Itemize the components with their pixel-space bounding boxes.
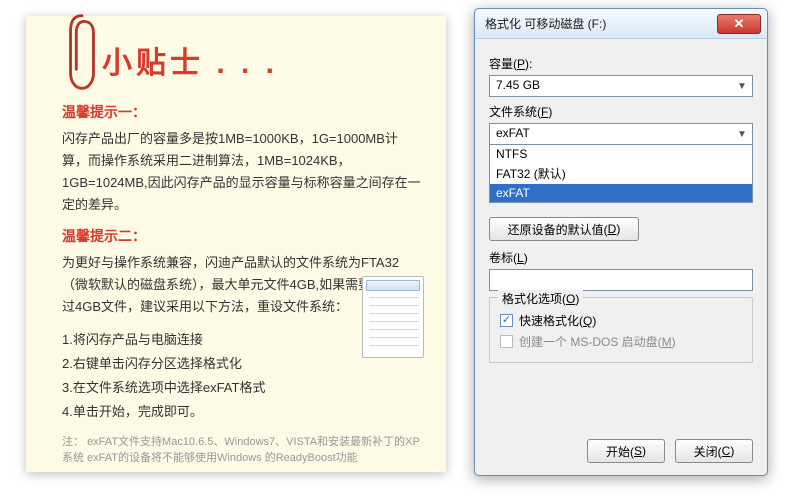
chevron-down-icon: ▼: [734, 78, 750, 94]
dialog-thumbnail: [362, 276, 424, 358]
msdos-boot-row: 创建一个 MS-DOS 启动盘(M): [500, 333, 742, 350]
format-options-group: 格式化选项(O) ✓ 快速格式化(Q) 创建一个 MS-DOS 启动盘(M): [489, 297, 753, 363]
note-title: 小贴士 . . .: [102, 38, 422, 82]
footnote-label: 注：: [62, 436, 84, 448]
format-dialog: 格式化 可移动磁盘 (F:) ✕ 容量(P): 7.45 GB ▼ 文件系统(F…: [474, 8, 768, 476]
tip2-heading: 温馨提示二：: [62, 226, 422, 246]
msdos-boot-label: 创建一个 MS-DOS 启动盘(M): [519, 333, 676, 350]
start-button[interactable]: 开始(S): [587, 439, 665, 463]
capacity-value: 7.45 GB: [496, 78, 540, 92]
dialog-button-row: 开始(S) 关闭(C): [587, 439, 753, 463]
tips-note: 小贴士 . . . 温馨提示一： 闪存产品出厂的容量多是按1MB=1000KB，…: [26, 16, 446, 472]
volume-label: 卷标(L): [489, 249, 753, 266]
paperclip-icon: [62, 10, 102, 96]
fs-option-exfat[interactable]: exFAT: [490, 184, 752, 202]
dialog-titlebar[interactable]: 格式化 可移动磁盘 (F:) ✕: [475, 9, 767, 39]
close-icon: ✕: [734, 17, 745, 30]
footnote-text: exFAT文件支持Mac10.6.5、Windows7、VISTA和安装最新补丁…: [62, 436, 420, 464]
dialog-body: 容量(P): 7.45 GB ▼ 文件系统(F) exFAT ▼ NTFS FA…: [475, 39, 767, 373]
close-button[interactable]: 关闭(C): [675, 439, 753, 463]
chevron-down-icon: ▼: [734, 126, 750, 142]
quick-format-row[interactable]: ✓ 快速格式化(Q): [500, 312, 742, 329]
footnote: 注： exFAT文件支持Mac10.6.5、Windows7、VISTA和安装最…: [62, 434, 422, 466]
filesystem-dropdown: NTFS FAT32 (默认) exFAT: [489, 145, 753, 203]
quick-format-checkbox[interactable]: ✓: [500, 314, 513, 327]
fs-option-fat32[interactable]: FAT32 (默认): [490, 163, 752, 184]
fs-option-ntfs[interactable]: NTFS: [490, 145, 752, 163]
capacity-label: 容量(P):: [489, 55, 753, 72]
filesystem-value: exFAT: [496, 126, 530, 140]
volume-input[interactable]: [489, 269, 753, 291]
dialog-title: 格式化 可移动磁盘 (F:): [485, 15, 717, 32]
window-close-button[interactable]: ✕: [717, 14, 761, 34]
filesystem-select[interactable]: exFAT ▼: [489, 123, 753, 145]
capacity-select[interactable]: 7.45 GB ▼: [489, 75, 753, 97]
filesystem-label: 文件系统(F): [489, 103, 753, 120]
tip1-body: 闪存产品出厂的容量多是按1MB=1000KB，1G=1000MB计算，而操作系统…: [62, 128, 422, 216]
quick-format-label: 快速格式化(Q): [519, 312, 596, 329]
tip1-heading: 温馨提示一：: [62, 102, 422, 122]
restore-defaults-button[interactable]: 还原设备的默认值(D): [489, 217, 639, 241]
msdos-boot-checkbox: [500, 335, 513, 348]
format-options-legend: 格式化选项(O): [498, 290, 583, 307]
step-3: 3.在文件系统选项中选择exFAT格式: [62, 376, 422, 400]
step-4: 4.单击开始，完成即可。: [62, 400, 422, 424]
